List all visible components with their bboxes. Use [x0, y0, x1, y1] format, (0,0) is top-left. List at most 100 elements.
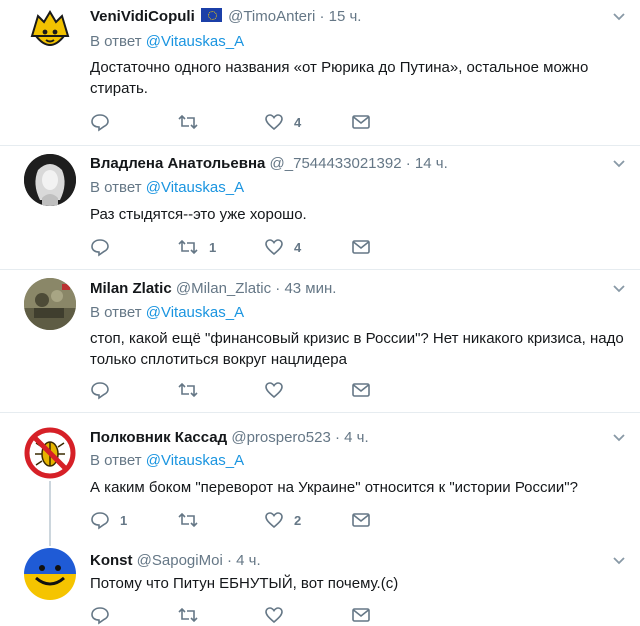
like-icon — [265, 512, 283, 529]
reply-icon — [91, 512, 109, 530]
retweet-button[interactable] — [177, 604, 199, 626]
message-button[interactable] — [351, 379, 371, 401]
retweet-icon — [178, 239, 198, 255]
like-icon — [265, 239, 283, 256]
reply-context: В ответ @Vitauskas_A — [90, 452, 244, 469]
timestamp[interactable]: · 15 ч. — [319, 8, 361, 25]
avatar[interactable] — [24, 6, 76, 58]
author-handle[interactable]: @_7544433021392 — [270, 155, 402, 172]
timestamp[interactable]: · 4 ч. — [227, 552, 261, 569]
author-name[interactable]: Konst — [90, 552, 133, 569]
tweet-header: VeniVidiCopuli @TimoAnteri · 15 ч. — [90, 8, 361, 25]
tweet-text: А каким боком "переворот на Украине" отн… — [90, 479, 578, 496]
reply-context: В ответ @Vitauskas_A — [90, 33, 244, 50]
avatar[interactable] — [24, 548, 76, 600]
message-button[interactable] — [351, 236, 371, 258]
like-icon — [265, 114, 283, 131]
like-button[interactable]: 4 — [264, 111, 301, 133]
message-button[interactable] — [351, 509, 371, 531]
no-beetle-sign-icon — [24, 427, 76, 479]
smiley-flag-icon — [24, 548, 76, 600]
tweet-actions: 1 4 — [90, 236, 390, 258]
reply-mention[interactable]: @Vitauskas_A — [146, 179, 244, 196]
retweet-button[interactable] — [177, 111, 209, 133]
author-handle[interactable]: @TimoAnteri — [228, 8, 315, 25]
tweet-actions — [90, 379, 390, 401]
tweet-1: VeniVidiCopuli @TimoAnteri · 15 ч. В отв… — [0, 0, 640, 145]
tweet-text: Достаточно одного названия «от Рюрика до… — [90, 59, 589, 97]
thread-line — [49, 481, 51, 546]
timestamp[interactable]: · 4 ч. — [335, 429, 369, 446]
reply-prefix: В ответ — [90, 179, 142, 196]
author-name[interactable]: Полковник Кассад — [90, 429, 227, 446]
chevron-down-icon[interactable] — [612, 282, 626, 296]
tweet-5: Konst @SapogiMoi · 4 ч. Потому что Питун… — [0, 543, 640, 625]
military-photo-icon — [24, 278, 76, 330]
author-name[interactable]: Milan Zlatic — [90, 280, 172, 297]
reply-context: В ответ @Vitauskas_A — [90, 304, 244, 321]
reply-button[interactable] — [90, 236, 120, 258]
message-icon — [352, 608, 370, 622]
retweet-button[interactable]: 1 — [177, 236, 216, 258]
tweet-header: Konst @SapogiMoi · 4 ч. — [90, 552, 261, 569]
lion-emblem-icon — [30, 10, 70, 46]
reply-icon — [91, 382, 109, 400]
tweet-4: Полковник Кассад @prospero523 · 4 ч. В о… — [0, 413, 640, 543]
message-icon — [352, 240, 370, 254]
reply-icon — [91, 239, 109, 257]
avatar[interactable] — [24, 427, 76, 479]
tweet-text: Потому что Питун ЕБНУТЫЙ, вот почему.(с) — [90, 575, 399, 592]
retweet-icon — [178, 607, 198, 623]
tweet-header: Полковник Кассад @prospero523 · 4 ч. — [90, 429, 369, 446]
timestamp[interactable]: · 14 ч. — [406, 155, 448, 172]
author-handle[interactable]: @Milan_Zlatic — [176, 280, 271, 297]
tweet-text: стоп, какой ещё "финансовый кризис в Рос… — [90, 330, 624, 368]
message-icon — [352, 115, 370, 129]
tweet-actions: 4 — [90, 111, 390, 133]
like-button[interactable]: 4 — [264, 236, 301, 258]
message-button[interactable] — [351, 604, 371, 626]
like-button[interactable]: 2 — [264, 509, 301, 531]
author-name[interactable]: Владлена Анатольевна — [90, 155, 265, 172]
reply-prefix: В ответ — [90, 33, 142, 50]
chevron-down-icon[interactable] — [612, 10, 626, 24]
tweet-2: Владлена Анатольевна @_7544433021392 · 1… — [0, 146, 640, 269]
author-name[interactable]: VeniVidiCopuli — [90, 8, 195, 25]
tweet-text: Раз стыдятся--это уже хорошо. — [90, 206, 307, 223]
tweet-actions — [90, 604, 390, 626]
reply-button[interactable]: 1 — [90, 509, 127, 531]
reply-button[interactable] — [90, 111, 120, 133]
chevron-down-icon[interactable] — [612, 431, 626, 445]
reply-mention[interactable]: @Vitauskas_A — [146, 304, 244, 321]
reply-button[interactable] — [90, 379, 120, 401]
timestamp[interactable]: · 43 мин. — [275, 280, 336, 297]
message-button[interactable] — [351, 111, 371, 133]
reply-icon — [91, 607, 109, 625]
message-icon — [352, 383, 370, 397]
chevron-down-icon[interactable] — [612, 554, 626, 568]
avatar[interactable] — [24, 154, 76, 206]
reply-prefix: В ответ — [90, 452, 142, 469]
retweet-button[interactable] — [177, 509, 209, 531]
reply-icon — [91, 114, 109, 132]
retweet-icon — [178, 382, 198, 398]
reply-button[interactable] — [90, 604, 110, 626]
reply-prefix: В ответ — [90, 304, 142, 321]
retweet-icon — [178, 512, 198, 528]
retweet-button[interactable] — [177, 379, 209, 401]
like-icon — [265, 607, 283, 624]
tweet-actions: 1 2 — [90, 509, 390, 531]
avatar[interactable] — [24, 278, 76, 330]
reply-mention[interactable]: @Vitauskas_A — [146, 452, 244, 469]
retweet-icon — [178, 114, 198, 130]
eu-flag-icon — [200, 8, 222, 22]
tweet-header: Владлена Анатольевна @_7544433021392 · 1… — [90, 155, 448, 172]
author-handle[interactable]: @prospero523 — [231, 429, 330, 446]
woman-portrait-icon — [24, 154, 76, 206]
like-button[interactable] — [264, 604, 284, 626]
like-button[interactable] — [264, 379, 294, 401]
tweet-3: Milan Zlatic @Milan_Zlatic · 43 мин. В о… — [0, 270, 640, 412]
author-handle[interactable]: @SapogiMoi — [137, 552, 223, 569]
chevron-down-icon[interactable] — [612, 157, 626, 171]
reply-mention[interactable]: @Vitauskas_A — [146, 33, 244, 50]
